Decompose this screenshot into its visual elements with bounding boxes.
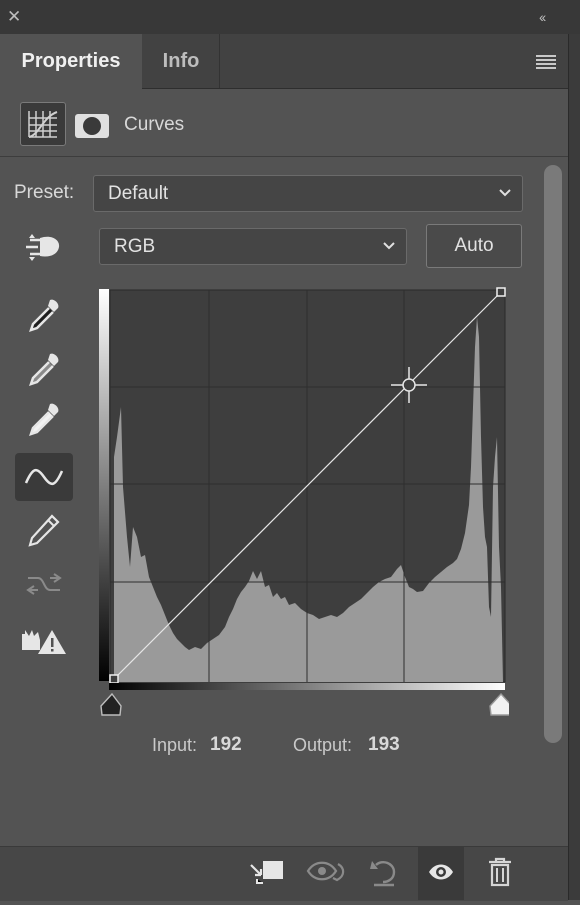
panel-title-bar [0,0,580,34]
preset-dropdown[interactable]: Default [93,175,523,212]
output-value: 193 [368,734,400,755]
gray-point-eyedropper-icon[interactable] [24,350,64,390]
tab-properties-label: Properties [21,50,121,72]
input-gradient-bar [109,683,505,690]
preset-label: Preset: [14,182,75,203]
curve-endpoint-black[interactable] [109,674,119,684]
trash-icon[interactable] [486,856,514,893]
reset-icon[interactable] [366,855,400,894]
divider [0,156,568,157]
curve-endpoint-white[interactable] [496,287,506,297]
curves-adjustment-icon[interactable] [20,102,66,146]
black-point-eyedropper-icon[interactable] [24,296,64,336]
white-point-slider[interactable] [489,692,509,716]
visibility-eye-icon [429,864,453,880]
preset-value: Default [108,183,169,204]
tab-info[interactable]: Info [143,34,220,88]
channel-dropdown[interactable]: RGB [99,228,407,265]
clipping-warning-icon[interactable] [20,622,66,662]
clip-to-layer-icon[interactable] [247,857,287,892]
scrollbar[interactable] [544,165,562,743]
panel-menu-icon[interactable] [536,55,556,69]
adjacent-panel-strip [568,34,580,900]
black-point-slider[interactable] [100,692,122,716]
smooth-curve-icon[interactable] [24,564,64,604]
auto-button[interactable]: Auto [426,224,522,268]
adjustment-title: Curves [124,114,185,135]
close-panel-button[interactable]: ✕ [7,8,21,26]
output-label: Output: [293,735,353,755]
white-point-eyedropper-icon[interactable] [24,400,64,440]
tab-properties[interactable]: Properties [0,34,142,89]
collapse-panel-button[interactable]: ‹‹ [539,10,546,24]
input-value: 192 [210,734,242,755]
curves-graph[interactable] [99,287,509,717]
channel-value: RGB [114,236,156,257]
curve-point-tool-icon[interactable] [15,453,73,501]
visibility-toggle-button[interactable] [418,847,464,900]
pencil-tool-icon[interactable] [24,510,64,550]
output-gradient-bar [99,289,109,681]
chevron-down-icon [383,242,395,250]
targeted-adjustment-icon[interactable] [22,232,66,269]
layer-mask-icon[interactable] [75,114,109,138]
input-label: Input: [152,735,198,755]
tab-info-label: Info [162,50,200,72]
view-previous-state-icon[interactable] [305,856,347,893]
chevron-down-icon [499,189,511,197]
